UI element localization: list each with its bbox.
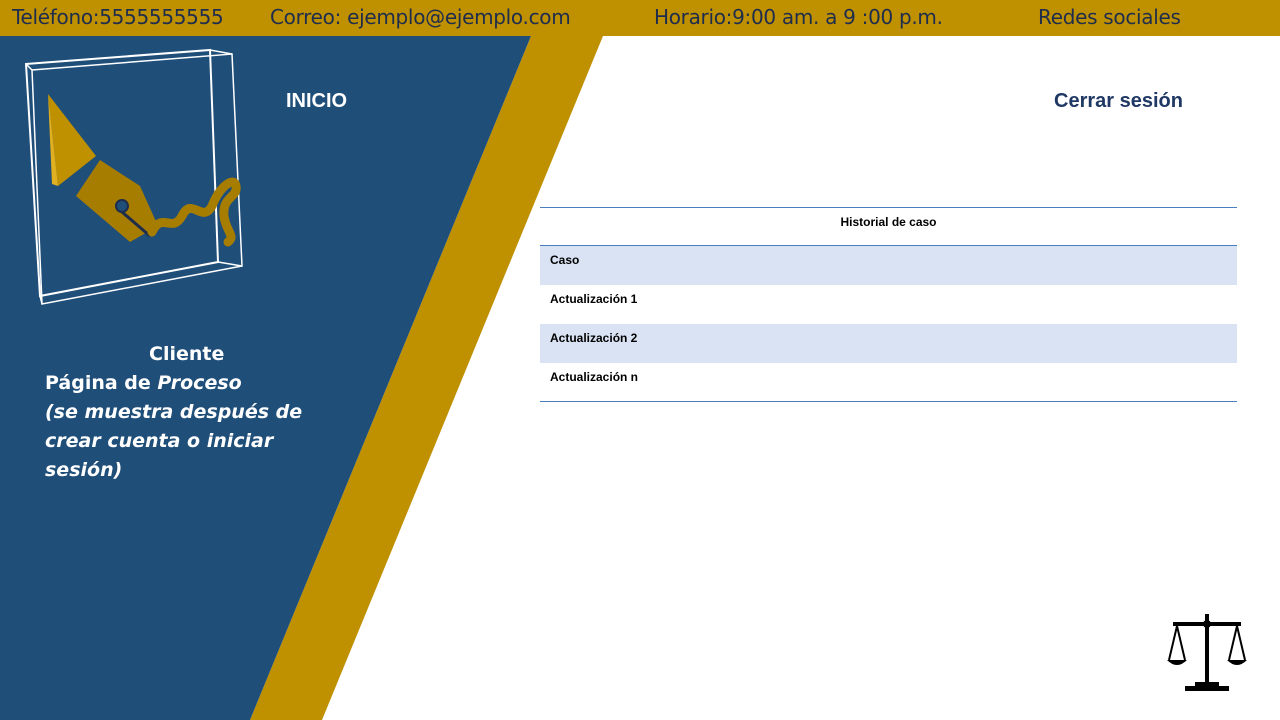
page-description: Cliente Página de Proceso (se muestra de… <box>45 340 305 485</box>
scales-of-justice-icon <box>1167 614 1247 691</box>
page-note: (se muestra después de crear cuenta o in… <box>45 401 303 481</box>
contact-bar: Teléfono:5555555555 Correo: ejemplo@ejem… <box>0 0 1280 36</box>
hours-text: Horario:9:00 am. a 9 :00 p.m. <box>654 5 943 29</box>
row-label: Actualización 2 <box>540 323 1237 363</box>
table-row[interactable]: Actualización 2 <box>540 323 1237 363</box>
case-history-table: Historial de caso Caso Actualización 1 A… <box>540 207 1237 402</box>
page-label-name: Proceso <box>157 372 242 394</box>
table-row[interactable]: Actualización n <box>540 363 1237 402</box>
table-row[interactable]: Actualización 1 <box>540 285 1237 324</box>
table-title: Historial de caso <box>540 207 1237 246</box>
phone-text: Teléfono:5555555555 <box>12 5 224 29</box>
email-text: Correo: ejemplo@ejemplo.com <box>270 5 571 29</box>
role-label: Cliente <box>149 343 225 365</box>
row-label: Actualización 1 <box>550 291 638 306</box>
row-label: Caso <box>540 245 1237 285</box>
logout-link[interactable]: Cerrar sesión <box>1054 90 1183 113</box>
home-link[interactable]: INICIO <box>286 90 347 113</box>
pen-nib-logo <box>24 48 243 305</box>
page-label-prefix: Página de <box>45 372 158 394</box>
row-label: Actualización n <box>550 369 639 384</box>
social-link[interactable]: Redes sociales <box>1038 5 1181 29</box>
table-row[interactable]: Caso <box>540 245 1237 285</box>
